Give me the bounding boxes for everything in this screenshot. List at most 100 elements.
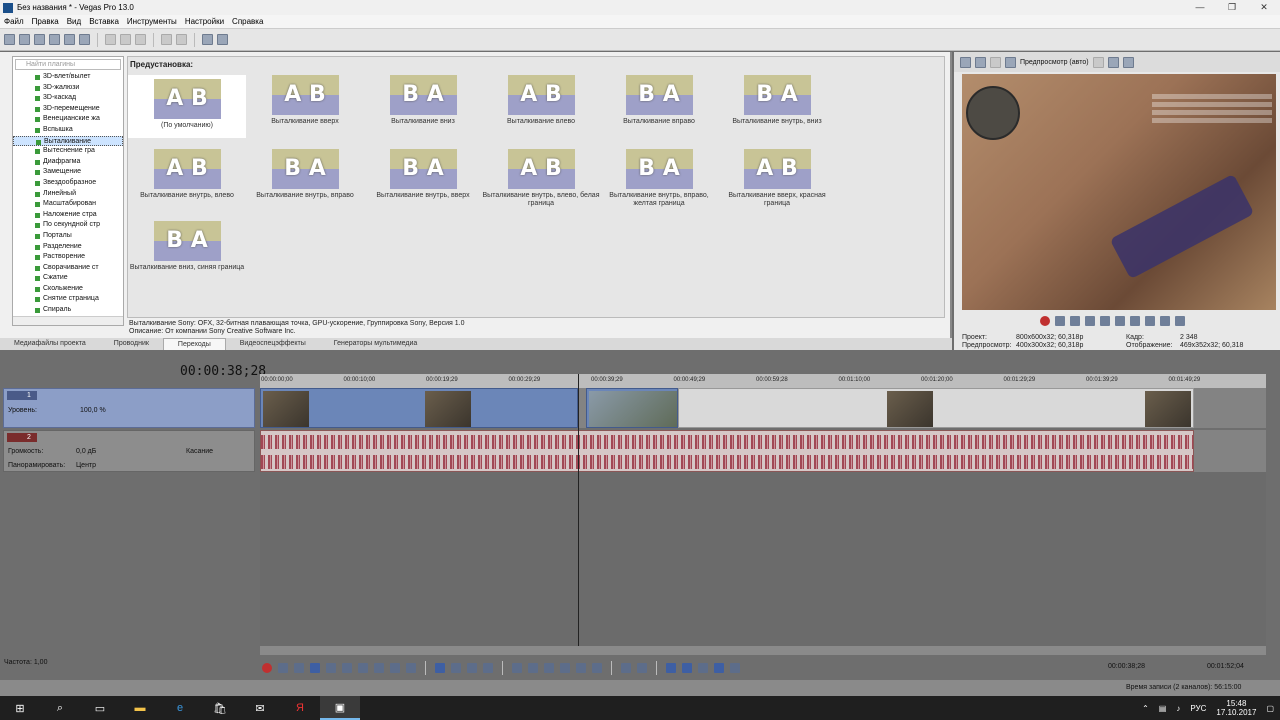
transition-preset[interactable]: B A Выталкивание вправо bbox=[600, 75, 718, 126]
menu-settings[interactable]: Настройки bbox=[181, 17, 228, 26]
fx-icon[interactable] bbox=[990, 56, 1001, 68]
tree-item[interactable]: Спираль bbox=[13, 305, 123, 316]
playhead-cursor[interactable] bbox=[578, 374, 579, 646]
paste-icon[interactable] bbox=[135, 34, 146, 45]
clock[interactable]: 15:48 17.10.2017 bbox=[1216, 699, 1256, 717]
prev-frame-icon[interactable] bbox=[1160, 316, 1170, 326]
preview-quality-dropdown[interactable]: Предпросмотр (авто) bbox=[1020, 59, 1089, 66]
external-monitor-icon[interactable] bbox=[975, 56, 986, 68]
split-icon[interactable] bbox=[576, 662, 586, 673]
minimize-button[interactable]: — bbox=[1184, 0, 1216, 15]
video-clip[interactable] bbox=[678, 388, 1194, 428]
loop-icon[interactable] bbox=[1055, 316, 1065, 326]
transition-preset[interactable]: A B Выталкивание внутрь, влево bbox=[128, 149, 246, 200]
record-icon[interactable] bbox=[1040, 316, 1050, 326]
pause-icon[interactable] bbox=[326, 662, 336, 673]
auto-crossfade-icon[interactable] bbox=[682, 662, 692, 673]
record-icon[interactable] bbox=[262, 662, 272, 673]
copy-snapshot-icon[interactable] bbox=[1107, 56, 1119, 68]
tree-item[interactable]: Сворачивание ст bbox=[13, 263, 123, 274]
video-clip[interactable] bbox=[260, 388, 578, 428]
video-track-header[interactable]: 1 Уровень: 100,0 % bbox=[3, 388, 255, 428]
transition-preset[interactable]: B A Выталкивание вниз bbox=[364, 75, 482, 126]
tree-item[interactable]: Выталкивание bbox=[13, 135, 123, 147]
pause-icon[interactable] bbox=[1100, 316, 1110, 326]
overlays-icon[interactable] bbox=[1092, 56, 1104, 68]
insert-marker-icon[interactable] bbox=[621, 662, 631, 673]
menu-help[interactable]: Справка bbox=[228, 17, 267, 26]
tree-item[interactable]: Масштабирован bbox=[13, 199, 123, 210]
lock-icon[interactable] bbox=[592, 662, 602, 673]
video-track-lane[interactable] bbox=[260, 388, 1266, 428]
copy-icon[interactable] bbox=[120, 34, 131, 45]
yandex-browser-icon[interactable]: Я bbox=[280, 696, 320, 720]
tab-project-media[interactable]: Медиафайлы проекта bbox=[0, 338, 100, 350]
tree-item[interactable]: Наложение стра bbox=[13, 210, 123, 221]
mail-icon[interactable]: ✉ bbox=[240, 696, 280, 720]
timeline-empty-area[interactable] bbox=[260, 472, 1266, 646]
lock-envelopes-icon[interactable] bbox=[714, 662, 724, 673]
transition-preset[interactable]: B A Выталкивание внутрь, вправо bbox=[246, 149, 364, 200]
audio-track-lane[interactable] bbox=[260, 430, 1266, 472]
insert-region-icon[interactable] bbox=[637, 662, 647, 673]
tab-explorer[interactable]: Проводник bbox=[100, 338, 163, 350]
time-ruler[interactable]: 00:00:00;00 00:00:10;00 00:00:19;29 00:00:2… bbox=[260, 374, 1266, 388]
tree-item[interactable]: Венецианские жа bbox=[13, 114, 123, 125]
maximize-button[interactable]: ❐ bbox=[1216, 0, 1248, 15]
snapping-icon[interactable] bbox=[666, 662, 676, 673]
tree-item[interactable]: По секундной стр bbox=[13, 220, 123, 231]
go-to-end-icon[interactable] bbox=[1145, 316, 1155, 326]
cut-icon[interactable] bbox=[105, 34, 116, 45]
play-icon[interactable] bbox=[1085, 316, 1095, 326]
next-frame-icon[interactable] bbox=[406, 662, 416, 673]
language-indicator[interactable]: РУС bbox=[1190, 704, 1206, 713]
tree-item[interactable]: Порталы bbox=[13, 231, 123, 242]
tree-item[interactable]: Диафрагма bbox=[13, 157, 123, 168]
tree-item[interactable]: Снятие страница bbox=[13, 294, 123, 305]
play-icon[interactable] bbox=[310, 662, 320, 673]
edge-browser-icon[interactable]: e bbox=[160, 696, 200, 720]
settings-icon[interactable] bbox=[202, 34, 213, 45]
new-file-icon[interactable] bbox=[4, 34, 15, 45]
go-to-start-icon[interactable] bbox=[1130, 316, 1140, 326]
play-from-start-icon[interactable] bbox=[1070, 316, 1080, 326]
menu-view[interactable]: Вид bbox=[63, 17, 85, 26]
prev-frame-icon[interactable] bbox=[390, 662, 400, 673]
transition-preset[interactable]: A B Выталкивание вверх bbox=[246, 75, 364, 126]
undo-icon[interactable] bbox=[161, 34, 172, 45]
tree-item[interactable]: Вытеснение гра bbox=[13, 146, 123, 157]
tab-media-generators[interactable]: Генераторы мультимедиа bbox=[320, 338, 431, 350]
store-icon[interactable]: 🛍 bbox=[200, 696, 240, 720]
playback-rate[interactable]: Частота: 1,00 bbox=[4, 659, 47, 666]
trim-start-icon[interactable] bbox=[544, 662, 554, 673]
menu-insert[interactable]: Вставка bbox=[85, 17, 123, 26]
save-snapshot-icon[interactable] bbox=[1122, 56, 1134, 68]
stop-icon[interactable] bbox=[1115, 316, 1125, 326]
tree-item[interactable]: Разделение bbox=[13, 242, 123, 253]
stop-icon[interactable] bbox=[342, 662, 352, 673]
help-icon[interactable] bbox=[217, 34, 228, 45]
timeline-scrollbar[interactable] bbox=[260, 646, 1266, 655]
close-button[interactable]: ✕ bbox=[1248, 0, 1280, 15]
vegas-taskbar-icon[interactable]: ▣ bbox=[320, 696, 360, 720]
start-windows-icon[interactable]: ⊞ bbox=[0, 696, 40, 720]
network-icon[interactable]: ▤ bbox=[1159, 704, 1167, 713]
audio-clip[interactable] bbox=[260, 430, 1194, 472]
tree-item[interactable]: 3D-жалюзи bbox=[13, 83, 123, 94]
tree-item[interactable]: 3D-перемещение bbox=[13, 104, 123, 115]
transition-preset[interactable]: B A Выталкивание внутрь, вверх bbox=[364, 149, 482, 200]
transition-preset[interactable]: A B Выталкивание влево bbox=[482, 75, 600, 126]
trim-end-icon[interactable] bbox=[560, 662, 570, 673]
tree-item[interactable]: Звездообразное bbox=[13, 178, 123, 189]
tree-item[interactable]: Линейный bbox=[13, 189, 123, 200]
transition-preset[interactable]: B A Выталкивание вниз, синяя граница bbox=[128, 221, 246, 272]
normal-edit-tool-icon[interactable] bbox=[435, 662, 445, 673]
tab-video-fx[interactable]: Видеоспецэффекты bbox=[226, 338, 320, 350]
automation-mode[interactable]: Касание bbox=[186, 448, 213, 455]
play-from-start-icon[interactable] bbox=[294, 662, 304, 673]
go-to-start-icon[interactable] bbox=[358, 662, 368, 673]
task-view-icon[interactable]: ▭ bbox=[80, 696, 120, 720]
envelope-tool-icon[interactable] bbox=[451, 662, 461, 673]
properties-icon[interactable] bbox=[79, 34, 90, 45]
menu-edit[interactable]: Правка bbox=[28, 17, 63, 26]
